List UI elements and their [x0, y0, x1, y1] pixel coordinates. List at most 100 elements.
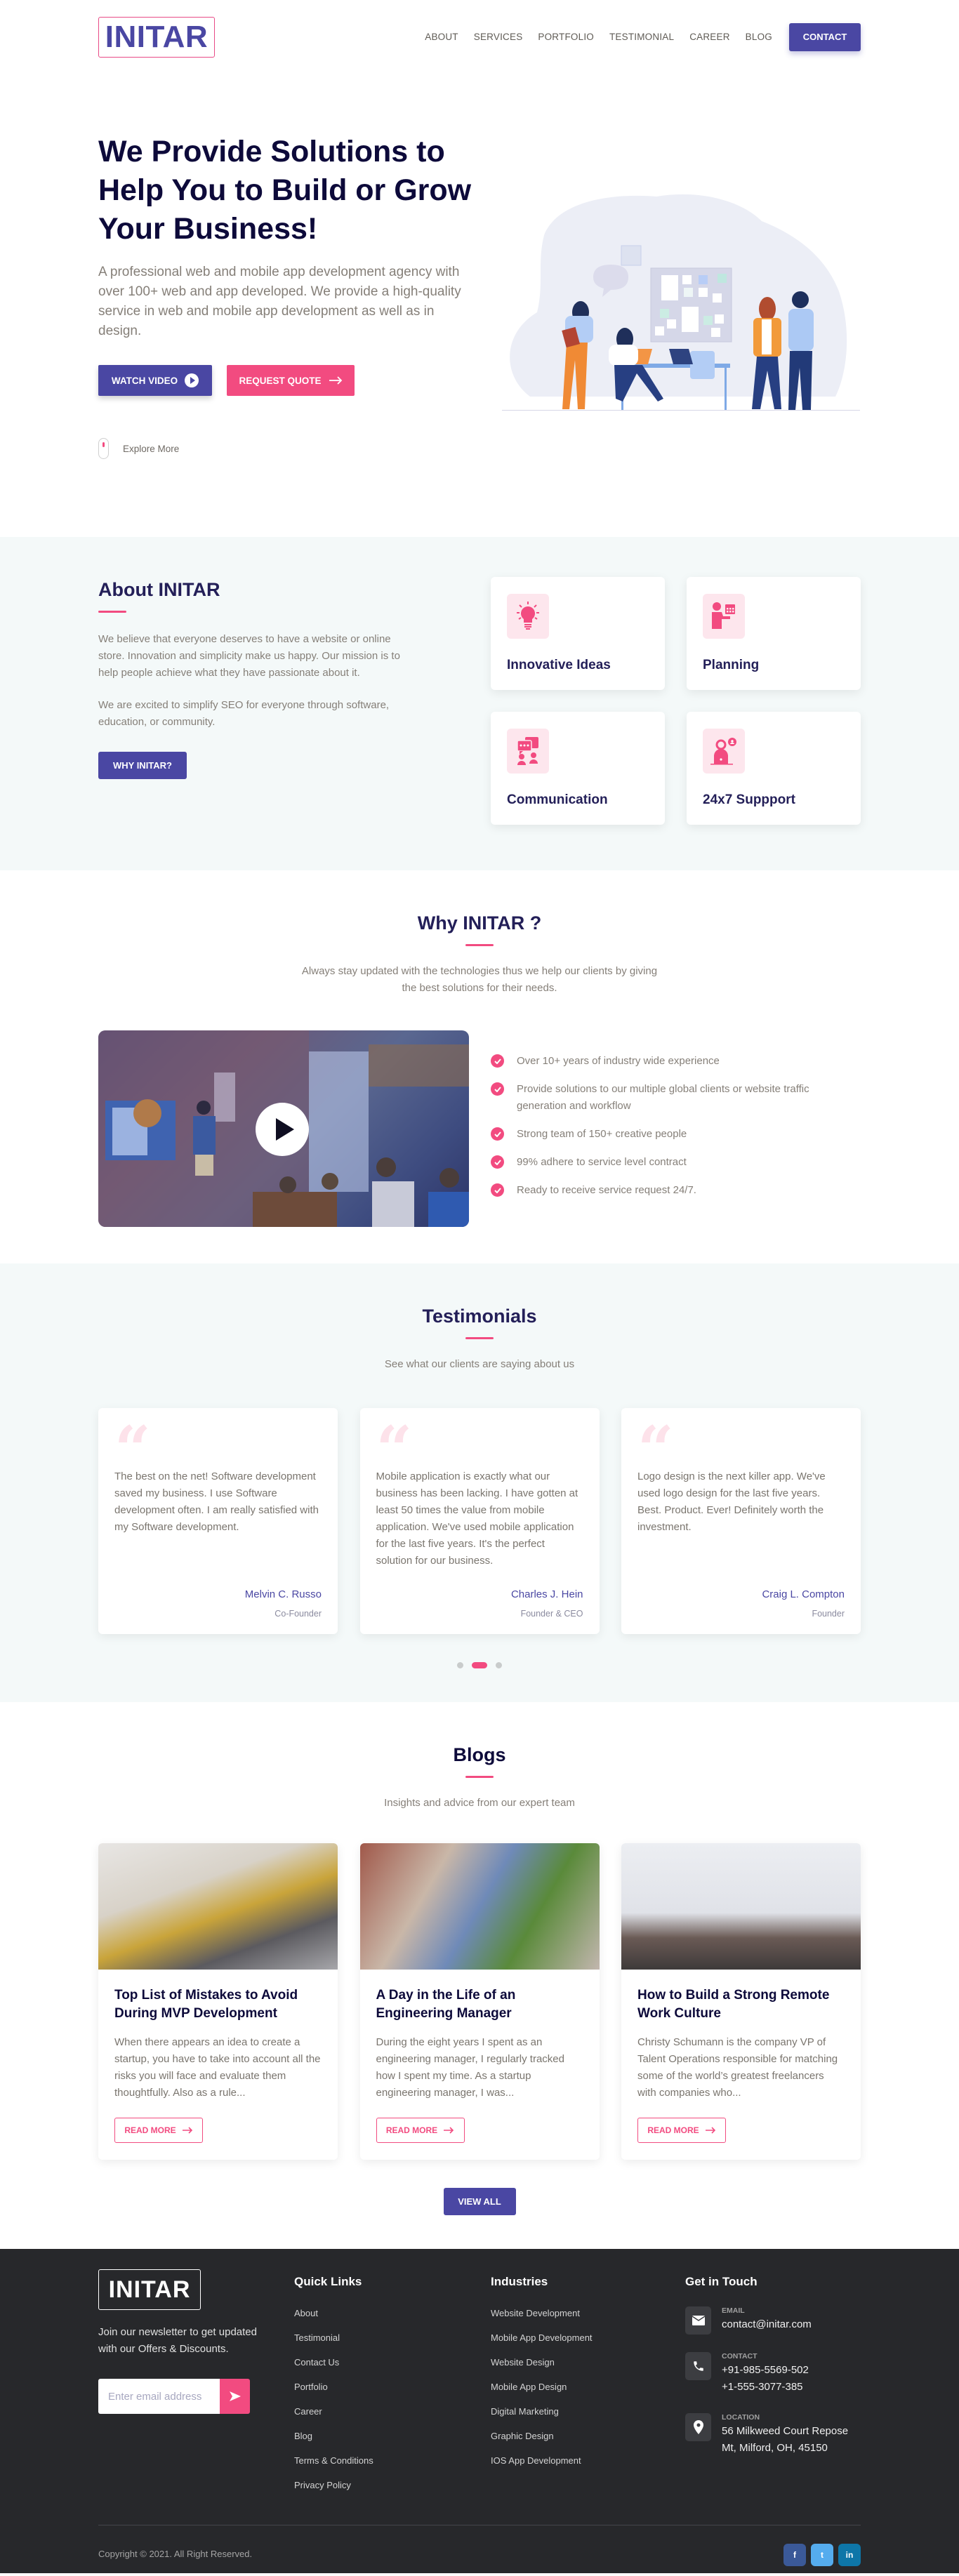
blog-image[interactable]: [98, 1843, 338, 1970]
hero-section: We Provide Solutions to Help You to Buil…: [0, 74, 959, 537]
industry-link[interactable]: Mobile App Development: [491, 2332, 593, 2343]
testimonial-text: Logo design is the next killer app. We'v…: [637, 1470, 826, 1533]
explore-more-label: Explore More: [123, 443, 180, 454]
footer-link[interactable]: Testimonial: [294, 2332, 373, 2343]
blog-title[interactable]: How to Build a Strong Remote Work Cultur…: [637, 1986, 845, 2023]
arrow-right-icon: [444, 2127, 454, 2134]
title-underline: [98, 611, 126, 613]
industry-link[interactable]: Graphic Design: [491, 2431, 593, 2441]
why-point-text: Provide solutions to our multiple global…: [517, 1083, 809, 1112]
read-more-button[interactable]: READ MORE: [114, 2118, 203, 2143]
check-circle-icon: [491, 1183, 504, 1197]
watch-video-button[interactable]: WATCH VIDEO: [98, 365, 212, 396]
nav-portfolio[interactable]: PORTFOLIO: [538, 32, 594, 42]
testimonial-role: Co-Founder: [275, 1609, 322, 1619]
view-all-button[interactable]: VIEW ALL: [443, 2188, 516, 2215]
testimonial-author: Charles J. Hein: [510, 1588, 583, 1600]
mail-icon: [685, 2306, 711, 2335]
check-circle-icon: [491, 1127, 504, 1141]
arrow-right-icon: [705, 2127, 715, 2134]
about-paragraph: We are excited to simplify SEO for every…: [98, 699, 390, 728]
footer-link[interactable]: Portfolio: [294, 2382, 373, 2392]
why-points: Over 10+ years of industry wide experien…: [491, 1053, 849, 1210]
carousel-dot[interactable]: [496, 1662, 502, 1668]
arrow-right-icon: [182, 2127, 192, 2134]
footer-link[interactable]: About: [294, 2308, 373, 2318]
industries-title: Industries: [491, 2275, 548, 2288]
why-title: Why INITAR ?: [417, 912, 542, 934]
check-circle-icon: [491, 1082, 504, 1096]
footer-link[interactable]: Blog: [294, 2431, 373, 2441]
newsletter-form: [98, 2379, 250, 2414]
check-circle-icon: [491, 1155, 504, 1169]
nav-testimonial[interactable]: TESTIMONIAL: [609, 32, 674, 42]
location-pin-icon: [685, 2413, 711, 2441]
industry-link[interactable]: Website Development: [491, 2308, 593, 2318]
communication-icon: [507, 729, 549, 774]
industry-link[interactable]: IOS App Development: [491, 2455, 593, 2466]
footer-link[interactable]: Career: [294, 2406, 373, 2417]
video-thumbnail[interactable]: [98, 1030, 469, 1227]
title-underline: [465, 944, 494, 946]
feature-title: Innovative Ideas: [507, 658, 611, 672]
carousel-pagination: [98, 1662, 861, 1668]
email-input[interactable]: [98, 2379, 220, 2414]
why-point-text: Strong team of 150+ creative people: [517, 1128, 687, 1140]
check-circle-icon: [491, 1054, 504, 1068]
phone-icon: [685, 2352, 711, 2380]
carousel-dot-active[interactable]: [472, 1662, 487, 1668]
facebook-icon[interactable]: f: [783, 2544, 806, 2566]
get-in-touch: Get in Touch EMAIL contact@initar.com CO…: [685, 2275, 861, 2457]
footer-link[interactable]: Contact Us: [294, 2357, 373, 2368]
why-point-text: 99% adhere to service level contract: [517, 1156, 687, 1168]
footer-link[interactable]: Terms & Conditions: [294, 2455, 373, 2466]
linkedin-icon[interactable]: in: [838, 2544, 861, 2566]
request-quote-label: REQUEST QUOTE: [239, 375, 322, 386]
quote-icon: “: [376, 1412, 413, 1487]
play-video-button[interactable]: [256, 1103, 309, 1156]
twitter-icon[interactable]: t: [811, 2544, 833, 2566]
testimonial-role: Founder & CEO: [520, 1609, 583, 1619]
lightbulb-icon: [507, 594, 549, 639]
carousel-dot[interactable]: [457, 1662, 463, 1668]
industry-link[interactable]: Digital Marketing: [491, 2406, 593, 2417]
newsletter-text: Join our newsletter to get updated with …: [98, 2326, 257, 2355]
email-value[interactable]: contact@initar.com: [722, 2316, 812, 2333]
why-point: Ready to receive service request 24/7.: [491, 1182, 849, 1199]
about-title: About INITAR: [98, 579, 220, 600]
testimonial-role: Founder: [812, 1609, 845, 1619]
blog-image[interactable]: [621, 1843, 861, 1970]
testimonial-author: Melvin C. Russo: [244, 1588, 322, 1600]
newsletter-submit-button[interactable]: [220, 2379, 250, 2414]
nav-career[interactable]: CAREER: [689, 32, 729, 42]
blogs-title: Blogs: [453, 1744, 506, 1765]
title-underline: [465, 1776, 494, 1778]
read-more-button[interactable]: READ MORE: [637, 2118, 726, 2143]
phone-value[interactable]: +1-555-3077-385: [722, 2379, 809, 2396]
blog-title[interactable]: A Day in the Life of an Engineering Mana…: [376, 1986, 583, 2023]
footer-link[interactable]: Privacy Policy: [294, 2480, 373, 2490]
feature-title: 24x7 Suppport: [703, 792, 795, 807]
feature-title: Planning: [703, 658, 760, 672]
play-icon: [185, 373, 199, 387]
industries: Industries Website Development Mobile Ap…: [491, 2275, 593, 2480]
why-initar-button[interactable]: WHY INITAR?: [98, 752, 187, 779]
nav-about[interactable]: ABOUT: [425, 32, 458, 42]
blog-image[interactable]: [359, 1843, 600, 1970]
nav-services[interactable]: SERVICES: [474, 32, 523, 42]
logo[interactable]: INITAR: [98, 16, 215, 58]
request-quote-button[interactable]: REQUEST QUOTE: [227, 365, 355, 396]
industry-link[interactable]: Website Design: [491, 2357, 593, 2368]
contact-button[interactable]: CONTACT: [789, 22, 861, 51]
blog-excerpt: When there appears an idea to create a s…: [114, 2036, 321, 2099]
read-more-button[interactable]: READ MORE: [376, 2118, 465, 2143]
nav-blog[interactable]: BLOG: [746, 32, 772, 42]
phone-value[interactable]: +91-985-5569-502: [722, 2362, 809, 2379]
footer-logo[interactable]: INITAR: [98, 2269, 201, 2310]
explore-more[interactable]: Explore More: [98, 438, 477, 459]
about-section: About INITAR We believe that everyone de…: [0, 537, 959, 870]
support-icon: [703, 729, 745, 774]
blog-title[interactable]: Top List of Mistakes to Avoid During MVP…: [114, 1986, 322, 2023]
industry-link[interactable]: Mobile App Design: [491, 2382, 593, 2392]
testimonials-section: Testimonials See what our clients are sa…: [0, 1263, 959, 1702]
